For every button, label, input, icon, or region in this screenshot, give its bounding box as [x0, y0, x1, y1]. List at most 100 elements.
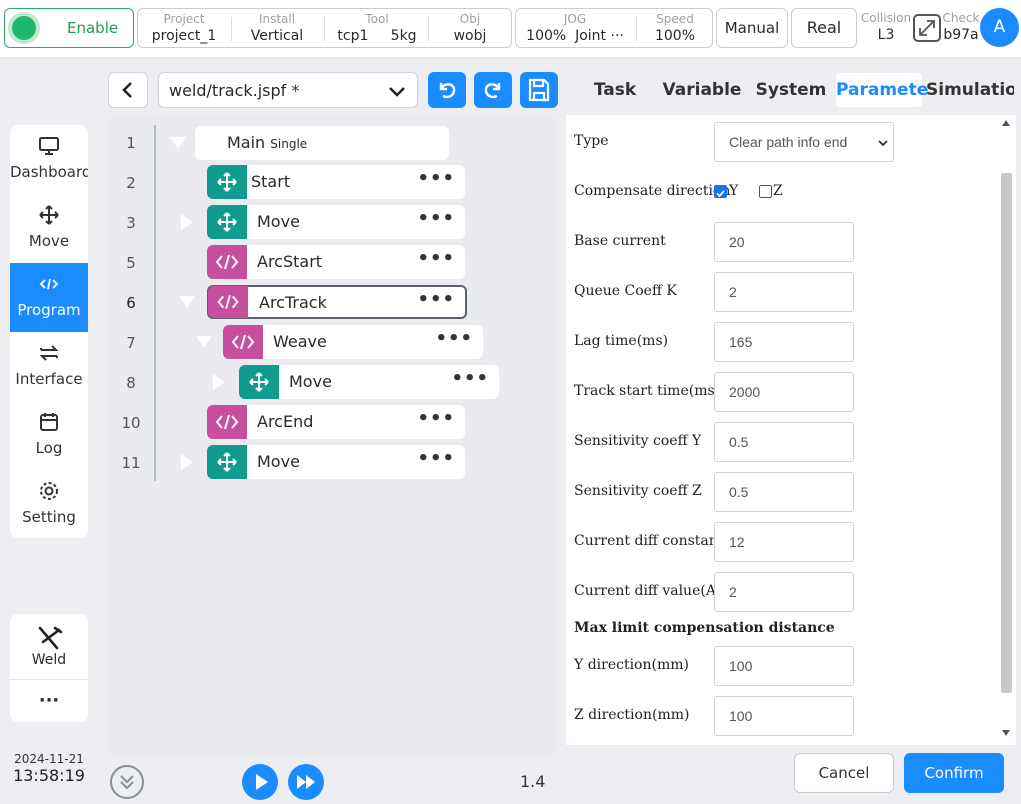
- type-value: Clear path info end: [729, 134, 848, 150]
- fast-forward-icon: [297, 775, 315, 789]
- robot-config-group[interactable]: Project project_1 Install Vertical Tool …: [137, 8, 512, 48]
- more-apps-button[interactable]: ···: [10, 684, 88, 718]
- expand-toggle-icon[interactable]: [181, 214, 193, 230]
- tree-node-move[interactable]: Move •••: [207, 445, 465, 479]
- queue-coeff-input[interactable]: [714, 272, 854, 312]
- y-checkbox[interactable]: [714, 185, 727, 198]
- play-icon: [256, 774, 268, 790]
- obj-cell[interactable]: Obj wobj: [430, 9, 510, 47]
- save-button[interactable]: [520, 72, 558, 108]
- file-select[interactable]: weld/track.jspf *: [158, 72, 418, 108]
- run-button[interactable]: [242, 764, 278, 800]
- double-chevron-down-icon: [120, 775, 134, 790]
- speed-cell[interactable]: Speed 100%: [638, 9, 712, 47]
- monitor-icon: [39, 137, 59, 155]
- expand-toggle-icon[interactable]: [181, 454, 193, 470]
- lag-time-label: Lag time(ms): [574, 333, 669, 349]
- tree-node-weave[interactable]: Weave •••: [223, 325, 483, 359]
- code-icon: [223, 325, 263, 359]
- line-number: 11: [121, 454, 141, 472]
- tree-node-move[interactable]: Move •••: [207, 205, 465, 239]
- weld-button[interactable]: Weld: [10, 614, 88, 680]
- node-name: Move: [257, 212, 300, 231]
- z-checkbox[interactable]: [759, 185, 772, 198]
- lag-time-input[interactable]: [714, 322, 854, 362]
- swap-icon: [39, 345, 59, 361]
- tab-parameter[interactable]: Paramete: [836, 73, 928, 107]
- jog-label: JOG: [563, 12, 587, 26]
- scrollbar-thumb[interactable]: [1001, 173, 1012, 693]
- node-more-button[interactable]: •••: [417, 448, 455, 469]
- install-cell[interactable]: Install Vertical: [232, 9, 322, 47]
- z-direction-input[interactable]: [714, 696, 854, 736]
- tool-name: tcp1: [337, 28, 369, 44]
- track-start-time-input[interactable]: [714, 372, 854, 412]
- tab-simulation[interactable]: Simulatio: [926, 70, 1014, 110]
- current-diff-constant-input[interactable]: [714, 522, 854, 562]
- enable-label: Enable: [67, 19, 119, 37]
- tab-task[interactable]: Task: [580, 70, 650, 110]
- tab-variable[interactable]: Variable: [662, 70, 742, 110]
- manual-mode-button[interactable]: Manual: [716, 8, 788, 48]
- tree-node-main[interactable]: Main Single: [195, 126, 449, 160]
- type-select[interactable]: Clear path info end: [714, 122, 894, 162]
- jog-cell[interactable]: JOG 100% Joint ···: [516, 9, 634, 47]
- collision-cell[interactable]: Collision L3: [860, 8, 912, 46]
- node-more-button[interactable]: •••: [417, 168, 455, 189]
- move-arrows-icon: [207, 165, 247, 199]
- sidebar-item-setting[interactable]: Setting: [10, 470, 88, 538]
- y-direction-input[interactable]: [714, 646, 854, 686]
- project-cell[interactable]: Project project_1: [138, 9, 230, 47]
- tab-system[interactable]: System: [752, 70, 830, 110]
- code-icon: [207, 245, 247, 279]
- node-more-button[interactable]: •••: [435, 328, 473, 349]
- time-text: 13:58:19: [13, 766, 85, 785]
- check-cell[interactable]: Check b97a: [942, 8, 980, 46]
- cancel-button[interactable]: Cancel: [794, 753, 894, 793]
- node-more-button[interactable]: •••: [417, 289, 455, 310]
- tree-node-arcstart[interactable]: ArcStart •••: [207, 245, 465, 279]
- sidebar-item-dashboard[interactable]: Dashboard: [10, 125, 88, 194]
- tool-value: tcp1 5kg: [326, 27, 428, 45]
- node-more-button[interactable]: •••: [417, 408, 455, 429]
- current-diff-value-input[interactable]: [714, 572, 854, 612]
- sensitivity-z-input[interactable]: [714, 472, 854, 512]
- expand-toggle-icon[interactable]: [213, 374, 225, 390]
- tree-node-arcend[interactable]: ArcEnd •••: [207, 405, 465, 439]
- confirm-button[interactable]: Confirm: [904, 753, 1004, 793]
- collapse-all-button[interactable]: [110, 765, 144, 799]
- top-status-bar: Enable Project project_1 Install Vertica…: [0, 0, 1021, 58]
- collapse-toggle-icon[interactable]: [170, 137, 186, 149]
- jog-speed-group[interactable]: JOG 100% Joint ··· Speed 100%: [515, 8, 713, 48]
- compensate-direction-label: Compensate direction: [574, 183, 731, 199]
- save-icon: [528, 78, 550, 102]
- tree-node-start[interactable]: Start •••: [207, 165, 465, 199]
- tree-node-move[interactable]: Move •••: [239, 365, 499, 399]
- weld-label: Weld: [31, 652, 67, 668]
- sensitivity-y-input[interactable]: [714, 422, 854, 462]
- node-name: Main Single: [227, 133, 307, 152]
- tool-cell[interactable]: Tool tcp1 5kg: [326, 9, 428, 47]
- node-more-button[interactable]: •••: [417, 248, 455, 269]
- node-more-button[interactable]: •••: [417, 208, 455, 229]
- form-scrollbar[interactable]: [1000, 118, 1013, 740]
- sidebar-item-program[interactable]: Program: [10, 263, 88, 332]
- tree-node-arctrack-selected[interactable]: ArcTrack •••: [207, 285, 467, 319]
- sidebar-item-interface[interactable]: Interface: [10, 332, 88, 401]
- sidebar-item-move[interactable]: Move: [10, 194, 88, 263]
- real-mode-button[interactable]: Real: [791, 8, 857, 48]
- back-button[interactable]: [108, 72, 148, 108]
- expand-icon[interactable]: [913, 14, 941, 42]
- sidebar-item-label: Program: [17, 301, 81, 319]
- collapse-toggle-icon[interactable]: [179, 296, 195, 308]
- avatar[interactable]: A: [980, 8, 1019, 47]
- redo-button[interactable]: [474, 72, 512, 108]
- base-current-input[interactable]: [714, 222, 854, 262]
- node-more-button[interactable]: •••: [451, 368, 489, 389]
- enable-toggle[interactable]: Enable: [4, 8, 134, 48]
- collapse-toggle-icon[interactable]: [196, 336, 212, 348]
- version-label: 1.4: [520, 772, 546, 791]
- sidebar-item-log[interactable]: Log: [10, 401, 88, 470]
- step-button[interactable]: [288, 764, 324, 800]
- undo-button[interactable]: [428, 72, 466, 108]
